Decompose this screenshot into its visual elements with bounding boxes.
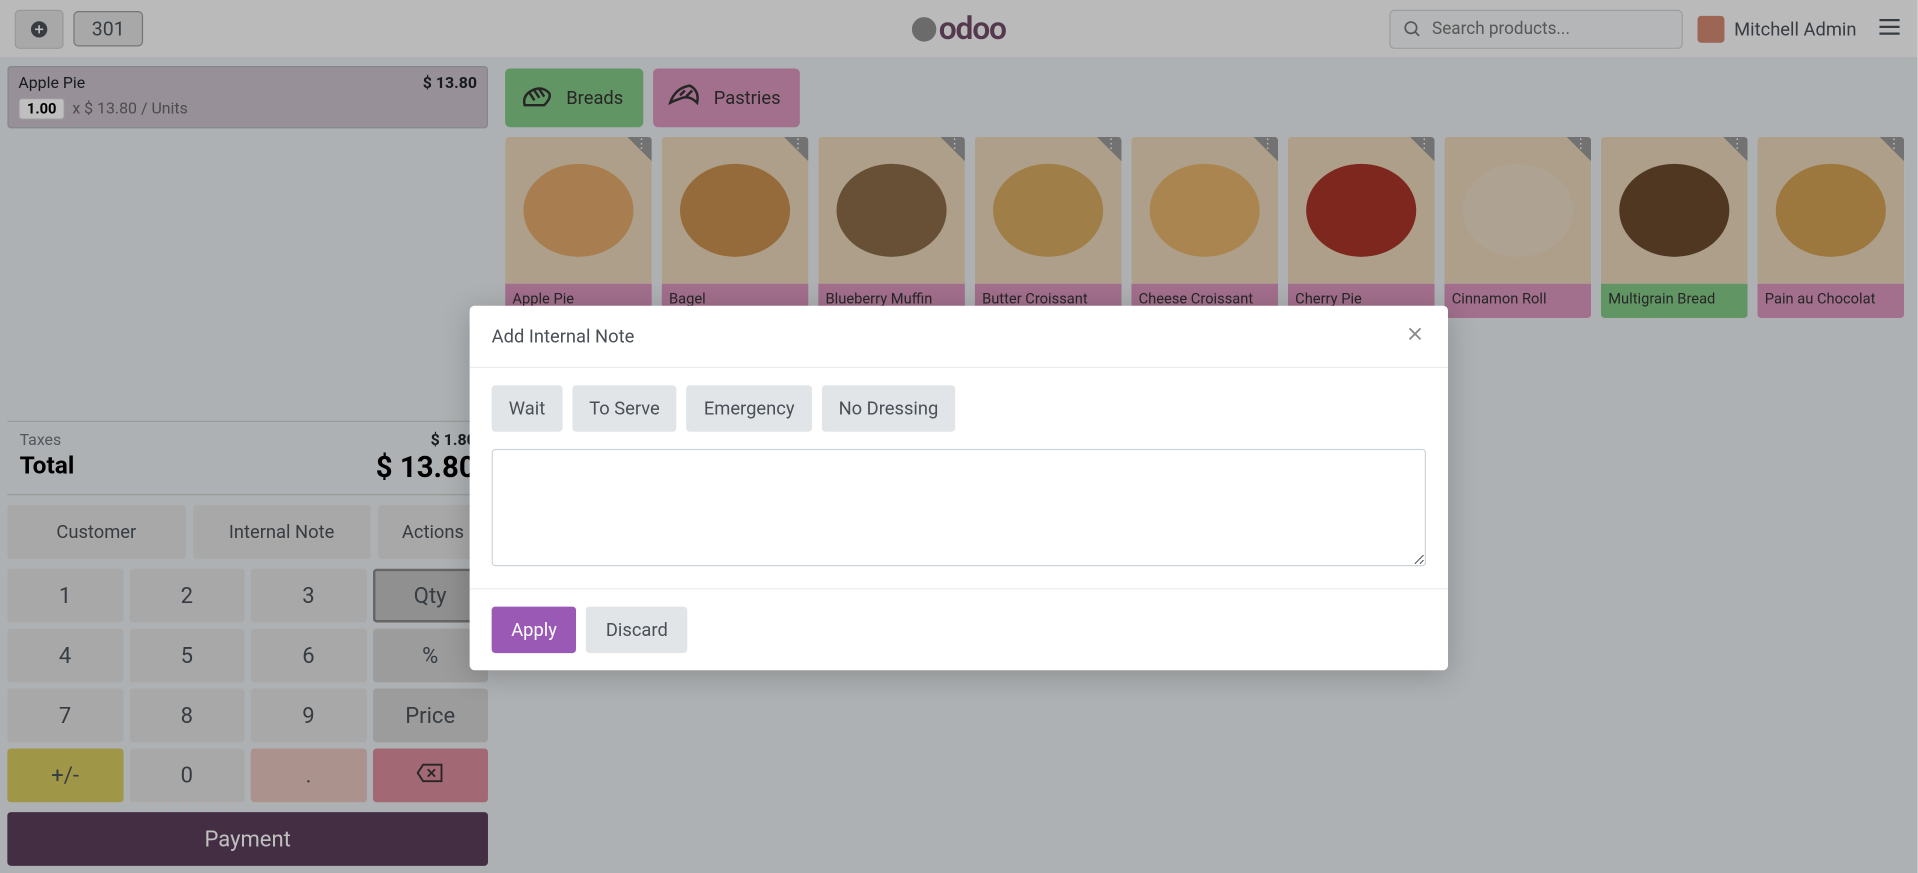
quick-note-emergency[interactable]: Emergency — [687, 385, 812, 431]
quick-notes-row: WaitTo ServeEmergencyNo Dressing — [492, 385, 1426, 431]
internal-note-modal: Add Internal Note WaitTo ServeEmergencyN… — [470, 306, 1448, 670]
quick-note-wait[interactable]: Wait — [492, 385, 563, 431]
modal-overlay[interactable]: Add Internal Note WaitTo ServeEmergencyN… — [0, 0, 1918, 873]
apply-button[interactable]: Apply — [492, 607, 577, 653]
quick-note-no-dressing[interactable]: No Dressing — [821, 385, 955, 431]
close-icon — [1404, 323, 1426, 345]
modal-title: Add Internal Note — [492, 325, 635, 347]
close-button[interactable] — [1404, 323, 1426, 350]
note-textarea[interactable] — [492, 449, 1426, 566]
quick-note-to-serve[interactable]: To Serve — [572, 385, 677, 431]
discard-button[interactable]: Discard — [586, 607, 687, 653]
